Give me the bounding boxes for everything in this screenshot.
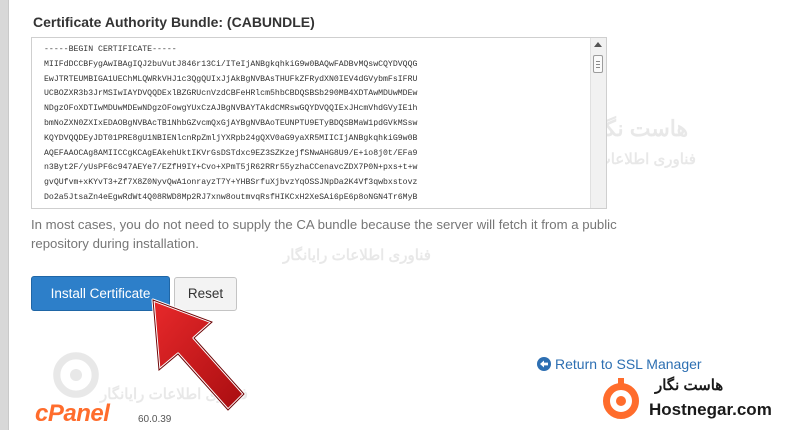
cabundle-text[interactable]: -----BEGIN CERTIFICATE----- MIIFdDCCBFygA… [44,43,592,206]
cabundle-textarea[interactable]: -----BEGIN CERTIFICATE----- MIIFdDCCBFygA… [31,37,607,209]
circle-arrow-left-icon [537,357,551,371]
brand-name-english: Hostnegar.com [649,400,772,419]
scroll-thumb[interactable] [593,55,603,73]
cabundle-scrollbar[interactable] [590,38,606,208]
hostnegar-logo-icon [603,378,639,419]
brand-name-persian: هاست نگار [655,377,724,394]
cabundle-line: MIIFdDCCBFygAwIBAgIQJ2buVutJ846r13Ci/ITe… [44,59,418,69]
cabundle-line: KQYDVQQDEyJDT01PRE8gU1NBIENlcnRpZmljYXRp… [44,133,418,143]
return-to-ssl-manager-link[interactable]: Return to SSL Manager [537,356,702,372]
left-edge-rule [0,0,9,430]
cabundle-line: UCBOZXR3b3JrMSIwIAYDVQQDExlBZGRUcnVzdCBF… [44,89,418,99]
cpanel-version: 60.0.39 [138,414,172,425]
cabundle-line: -----BEGIN CERTIFICATE----- [44,45,177,54]
cabundle-line: AQEFAAOCAg8AMIICCgKCAgEAkehUktIKVrGsDSTd… [44,148,418,158]
scroll-up-arrow-icon[interactable] [593,40,603,50]
cabundle-help-text: In most cases, you do not need to supply… [31,217,617,251]
cabundle-line: NDgzOFoXDTIwMDUwMDEwNDgzOFowgYUxCzAJBgNV… [44,104,418,114]
cabundle-line: gvQUfvm+xKYvT3+Zf7X8Z0NyvQwA1onrayzT7Y+Y… [44,178,418,188]
cabundle-line: bmNoZXN0ZXIxEDAOBgNVBAcTB1NhbGZvcmQxGjAY… [44,118,418,128]
return-link-label[interactable]: Return to SSL Manager [555,356,702,372]
cabundle-line: n3Byt2F/yUsPF6c947AEYe7/EZfH9IY+Cvo+XPmT… [44,163,418,173]
red-pointer-arrow-icon [151,298,246,412]
cabundle-line: EwJTRTEUMBIGA1UEChMLQWRkVHJ1c3QgQUIxJjAk… [44,74,418,84]
cpanel-logo: cPanel [35,400,110,427]
cabundle-label: Certificate Authority Bundle: (CABUNDLE) [33,14,315,30]
cabundle-line: Do2a5JtsaZn4eEgwRdWt4Q08RWD8Mp2RJ7xnw8ou… [44,192,418,202]
